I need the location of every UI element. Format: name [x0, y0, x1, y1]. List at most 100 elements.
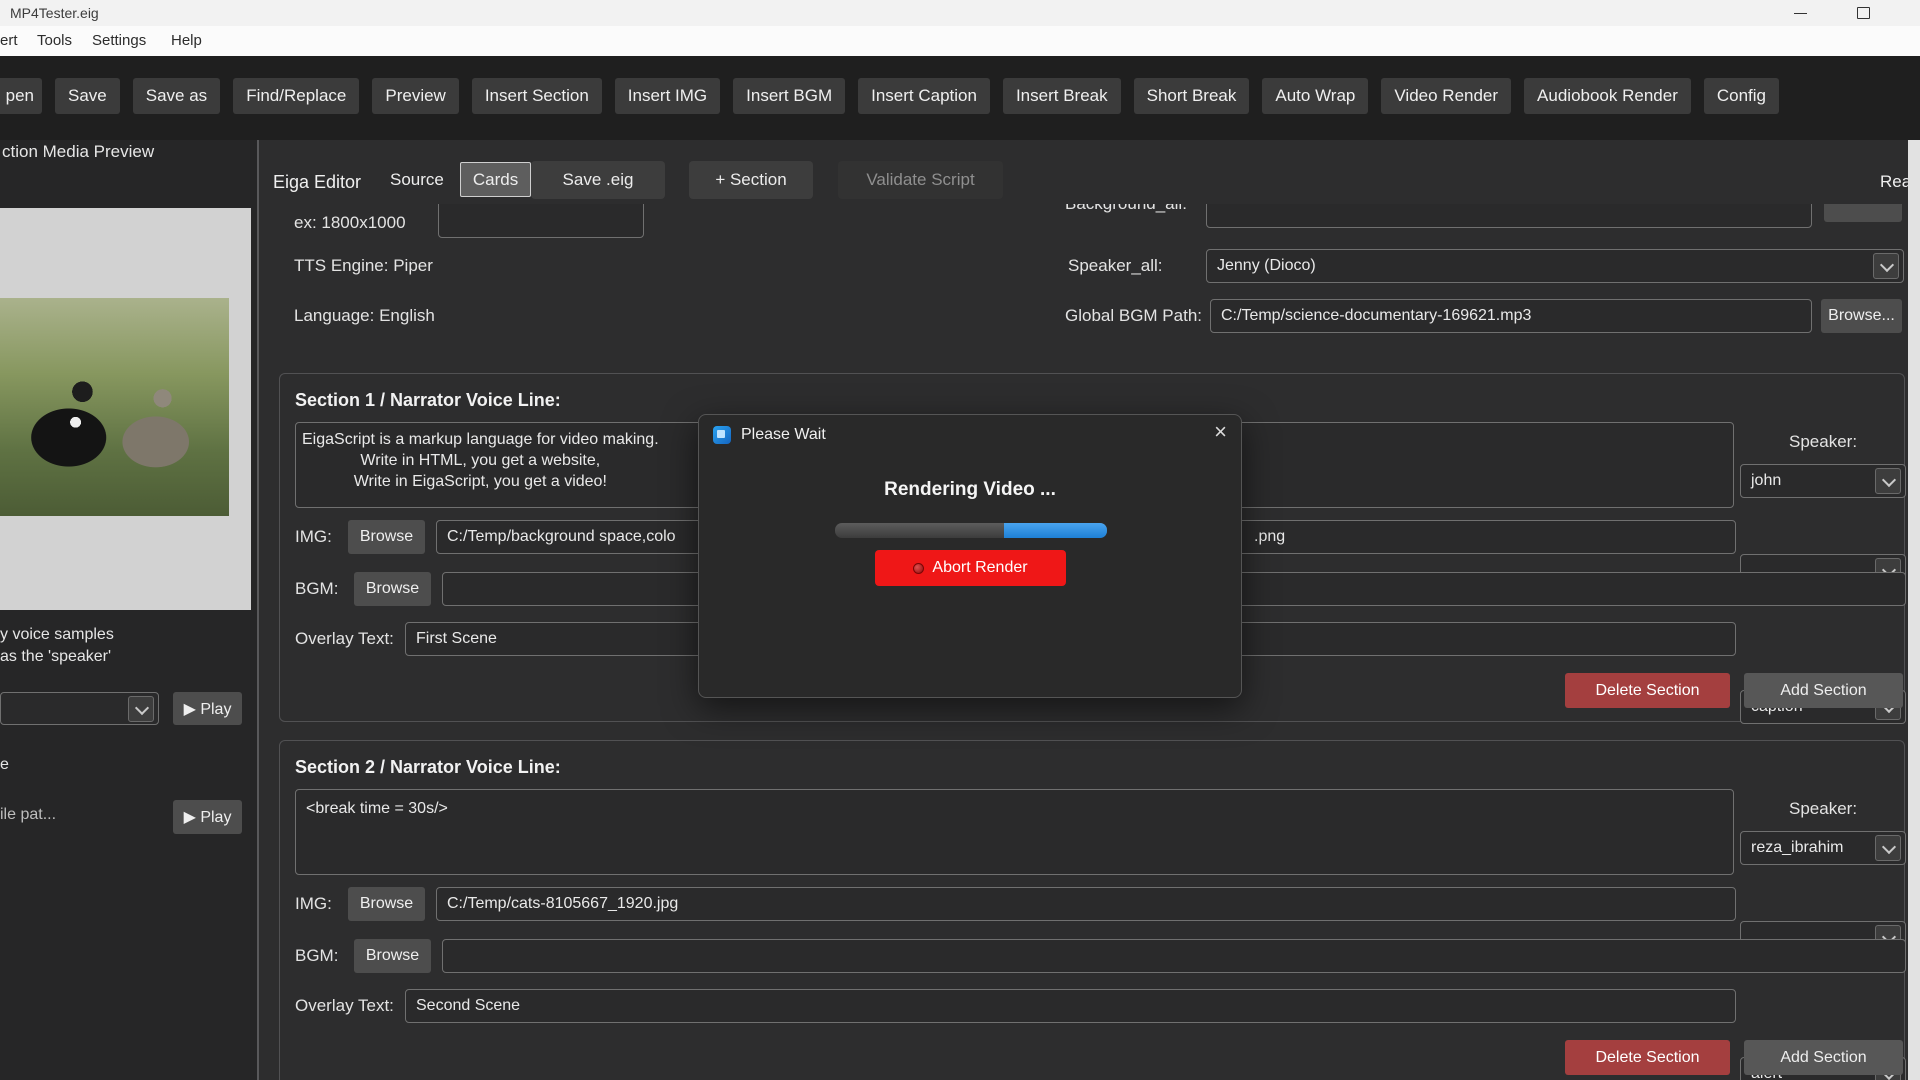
dialog-title: Please Wait: [741, 415, 826, 455]
render-progress-bar: [835, 523, 1107, 538]
close-icon[interactable]: ×: [1214, 419, 1227, 445]
insert-img-button[interactable]: Insert IMG: [615, 78, 720, 114]
record-dot-icon: [913, 563, 924, 574]
video-render-button[interactable]: Video Render: [1381, 78, 1511, 114]
please-wait-dialog: Please Wait × Rendering Video ... Abort …: [698, 414, 1242, 698]
background-all-input[interactable]: [1206, 204, 1812, 228]
section-1-add-button[interactable]: Add Section: [1744, 673, 1903, 708]
section-2-narration-textarea[interactable]: <break time = 30s/>: [295, 789, 1734, 875]
speaker-all-select[interactable]: Jenny (Dioco): [1206, 249, 1904, 283]
menu-help[interactable]: Help: [171, 26, 202, 56]
section-2-speaker-select[interactable]: reza_ibrahim: [1740, 831, 1906, 865]
chevron-down-icon[interactable]: [128, 696, 154, 722]
language-label: Language: English: [294, 299, 435, 333]
overlay-text-label: Overlay Text:: [295, 989, 394, 1023]
section-1-speaker-select[interactable]: john: [1740, 464, 1906, 498]
section-1-delete-button[interactable]: Delete Section: [1565, 673, 1730, 708]
window-title: MP4Tester.eig: [10, 0, 99, 26]
insert-bgm-button[interactable]: Insert BGM: [733, 78, 845, 114]
kittens-image: [0, 298, 229, 516]
tab-source[interactable]: Source: [378, 162, 456, 197]
sidebar-divider: [257, 140, 259, 1080]
speaker-all-label: Speaker_all:: [1068, 249, 1163, 283]
insert-break-button[interactable]: Insert Break: [1003, 78, 1121, 114]
validate-script-button[interactable]: Validate Script: [838, 161, 1003, 199]
resolution-input[interactable]: [438, 204, 644, 238]
save-button[interactable]: Save: [55, 78, 120, 114]
overlay-text-label: Overlay Text:: [295, 622, 394, 656]
save-as-button[interactable]: Save as: [133, 78, 220, 114]
chevron-down-icon[interactable]: [1875, 468, 1901, 494]
tts-engine-label: TTS Engine: Piper: [294, 249, 433, 283]
editor-title: Eiga Editor: [273, 172, 361, 193]
bgm-label: BGM:: [295, 572, 338, 606]
section-2-delete-button[interactable]: Delete Section: [1565, 1040, 1730, 1075]
media-preview-panel: [0, 208, 251, 610]
tab-cards[interactable]: Cards: [460, 162, 531, 197]
insert-section-button[interactable]: Insert Section: [472, 78, 602, 114]
section-1-img-browse-button[interactable]: Browse: [348, 520, 425, 554]
play-sample-button[interactable]: ▶ Play: [173, 692, 242, 725]
minimize-icon: [1794, 13, 1807, 14]
progress-fill: [1004, 523, 1107, 538]
view-tabs: Source Cards: [378, 162, 531, 197]
config-button[interactable]: Config: [1704, 78, 1779, 114]
global-bgm-browse-button[interactable]: Browse...: [1821, 299, 1902, 333]
background-all-label: Background_all:: [1065, 204, 1187, 214]
global-bgm-label: Global BGM Path:: [1065, 299, 1202, 333]
section-2-img-browse-button[interactable]: Browse: [348, 887, 425, 921]
img-label: IMG:: [295, 887, 332, 921]
background-browse-button[interactable]: [1824, 204, 1902, 222]
auto-wrap-button[interactable]: Auto Wrap: [1262, 78, 1368, 114]
file-path-hint[interactable]: ile pat...: [0, 806, 56, 824]
speaker-label: Speaker:: [1789, 432, 1857, 452]
chevron-down-icon[interactable]: [1873, 253, 1899, 279]
voice-sample-select[interactable]: [0, 692, 159, 725]
find-replace-button[interactable]: Find/Replace: [233, 78, 359, 114]
scrollbar[interactable]: [1908, 140, 1920, 1080]
minimize-button[interactable]: [1780, 0, 1820, 26]
menu-insert[interactable]: ert: [0, 26, 18, 56]
maximize-button[interactable]: [1843, 0, 1883, 26]
insert-caption-button[interactable]: Insert Caption: [858, 78, 990, 114]
speaker-label: Speaker:: [1789, 799, 1857, 819]
preview-button[interactable]: Preview: [372, 78, 458, 114]
maximize-icon: [1857, 7, 1870, 19]
resolution-hint-label: ex: 1800x1000: [294, 213, 406, 233]
voice-samples-note-line2: as the 'speaker': [0, 648, 111, 666]
section-2: Section 2 / Narrator Voice Line: <break …: [279, 740, 1905, 1080]
section-2-overlay-input[interactable]: Second Scene: [405, 989, 1736, 1023]
title-bar: MP4Tester.eig: [0, 0, 1920, 26]
sidebar-title: ction Media Preview: [2, 142, 154, 162]
open-button[interactable]: pen: [0, 78, 42, 114]
chevron-down-icon[interactable]: [1875, 835, 1901, 861]
section-2-title: Section 2 / Narrator Voice Line:: [295, 757, 561, 778]
play-file-button[interactable]: ▶ Play: [173, 800, 242, 834]
menu-settings[interactable]: Settings: [92, 26, 146, 56]
img-label: IMG:: [295, 520, 332, 554]
section-1-bgm-browse-button[interactable]: Browse: [354, 572, 431, 606]
app-icon: [713, 426, 731, 444]
menu-tools[interactable]: Tools: [37, 26, 72, 56]
add-section-header-button[interactable]: + Section: [689, 161, 813, 199]
rendering-message: Rendering Video ...: [699, 479, 1241, 501]
save-eig-button[interactable]: Save .eig: [531, 161, 665, 199]
voice-samples-note-line1: y voice samples: [0, 626, 114, 644]
abort-render-button[interactable]: Abort Render: [875, 550, 1066, 586]
sidebar-label-fragment: e: [0, 756, 9, 774]
app-window: MP4Tester.eig ert Tools Settings Help pe…: [0, 0, 1920, 1080]
bgm-label: BGM:: [295, 939, 338, 973]
settings-row-clipped: ex: 1800x1000 Background_all:: [258, 204, 1908, 246]
sidebar: ction Media Preview y voice samples as t…: [0, 140, 257, 1080]
dialog-title-bar[interactable]: Please Wait ×: [699, 415, 1241, 455]
section-1-title: Section 1 / Narrator Voice Line:: [295, 390, 561, 411]
audiobook-render-button[interactable]: Audiobook Render: [1524, 78, 1691, 114]
section-2-bgm-browse-button[interactable]: Browse: [354, 939, 431, 973]
toolbar: pen Save Save as Find/Replace Preview In…: [0, 56, 1920, 140]
section-2-img-path-input[interactable]: C:/Temp/cats-8105667_1920.jpg: [436, 887, 1736, 921]
short-break-button[interactable]: Short Break: [1134, 78, 1250, 114]
section-2-add-button[interactable]: Add Section: [1744, 1040, 1903, 1075]
menu-bar: ert Tools Settings Help: [0, 26, 1920, 56]
section-2-bgm-path-input[interactable]: [442, 939, 1906, 973]
global-bgm-input[interactable]: C:/Temp/science-documentary-169621.mp3: [1210, 299, 1812, 333]
